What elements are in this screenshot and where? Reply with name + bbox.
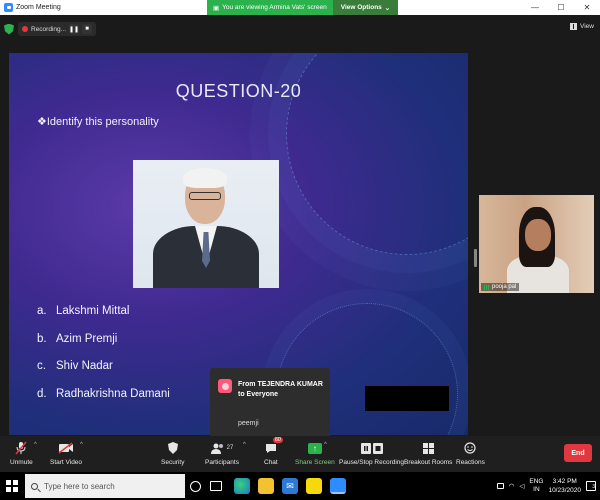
task-view-icon[interactable] [210,481,222,491]
pause-stop-recording-button[interactable]: Pause/Stop Recording [339,439,404,466]
share-screen-button[interactable]: ↑ Share Screen [295,439,335,466]
start-video-label: Start Video [50,459,83,466]
stop-recording-button[interactable]: ■ [82,24,93,34]
file-explorer-icon[interactable] [258,478,274,494]
recording-bar: Recording... ❚❚ ■ [4,21,97,37]
end-meeting-button[interactable]: End [564,444,592,462]
microphone-muted-icon [15,439,27,457]
windows-taskbar: Type here to search ✉ ◠ ◁ ENG IN 3:42 PM… [0,472,600,500]
meeting-toolbar: Unmute ^ Start Video ^ Security 27 Parti… [0,436,600,472]
pause-recording-icon [360,442,383,454]
answer-option: b. Azim Premji [37,332,118,345]
chat-unread-badge: 60 [272,437,283,443]
participant-name-tag: pooja pal [481,283,520,291]
participants-options-caret[interactable]: ^ [243,442,246,448]
chat-button[interactable]: 60 Chat [264,437,283,466]
reactions-button[interactable]: Reactions [456,439,485,466]
redaction-box [365,386,449,411]
sticky-notes-icon[interactable] [306,478,322,494]
chat-sender: From TEJENDRA KUMAR to Everyone [238,381,323,398]
view-options-label: View Options [340,4,382,11]
maximize-button[interactable]: ☐ [548,0,574,15]
audio-options-caret[interactable]: ^ [34,442,37,448]
breakout-rooms-button[interactable]: Breakout Rooms [404,439,452,466]
breakout-rooms-icon [422,442,434,454]
share-options-caret[interactable]: ^ [324,442,327,448]
video-off-icon [58,439,74,457]
mail-icon[interactable]: ✉ [282,478,298,494]
share-screen-label: Share Screen [295,459,335,466]
search-icon [31,482,38,490]
view-button[interactable]: View [570,23,594,30]
video-options-caret[interactable]: ^ [80,442,83,448]
taskbar-clock[interactable]: 3:42 PM 10/23/2020 [548,477,581,495]
share-screen-icon: ↑ [307,442,322,454]
security-label: Security [161,459,185,466]
participant-video[interactable]: pooja pal [479,195,594,293]
chat-icon [265,443,276,453]
clock-time: 3:42 PM [552,478,577,485]
clock-date: 10/23/2020 [548,487,581,494]
smiley-plus-icon [464,442,477,454]
viewing-screen-indicator: ▣ You are viewing Armina Vats' screen [207,0,333,15]
chevron-down-icon: ⌄ [384,4,391,12]
sender-avatar [218,379,232,393]
system-tray: ◠ ◁ ENG IN 3:42 PM 10/23/2020 3 [496,472,600,500]
window-title: Zoom Meeting [16,4,61,11]
encryption-shield-icon[interactable] [4,23,14,35]
personality-photo [133,160,279,288]
answer-option: c. Shiv Nadar [37,360,113,372]
share-banner: ▣ You are viewing Armina Vats' screen Vi… [207,0,399,15]
slide-prompt: ❖Identify this personality [37,116,159,128]
edge-browser-icon[interactable] [234,478,250,494]
wifi-icon[interactable]: ◠ [509,482,515,490]
answer-options: a. Lakshmi Mittal b. Azim Premji c. Shiv… [37,305,170,415]
view-label: View [580,23,594,30]
zoom-app-icon [4,3,13,12]
recording-indicator: Recording... ❚❚ ■ [18,22,97,36]
recording-dot-icon [22,26,28,32]
shield-icon [167,439,178,457]
signal-strength-icon [484,284,490,290]
screen-share-icon: ▣ [213,4,220,12]
chat-label: Chat [264,459,278,466]
grid-view-icon [570,23,578,30]
input-language[interactable]: ENG IN [529,478,543,494]
answer-option: d. Radhakrishna Damani [37,387,170,400]
minimize-button[interactable]: — [522,0,548,15]
viewing-screen-text: You are viewing Armina Vats' screen [222,4,327,11]
split-drag-handle[interactable] [474,249,477,267]
participants-label: Participants [205,459,239,466]
unmute-label: Unmute [10,459,33,466]
battery-icon[interactable] [496,483,504,489]
meeting-area: Recording... ❚❚ ■ View QUESTION-20 ❖Iden… [0,15,600,448]
zoom-taskbar-icon[interactable] [330,478,346,494]
windows-start-icon[interactable] [6,480,18,492]
close-button[interactable]: ✕ [574,0,600,15]
participant-name: pooja pal [492,284,517,290]
chat-message: peemji [238,420,259,427]
search-placeholder: Type here to search [44,481,115,491]
pause-recording-button[interactable]: ❚❚ [69,24,79,34]
reactions-label: Reactions [456,459,485,466]
participants-count: 27 [226,445,234,451]
security-button[interactable]: Security [161,439,184,466]
unmute-button[interactable]: Unmute [10,439,33,466]
start-video-button[interactable]: Start Video [50,439,82,466]
breakout-rooms-label: Breakout Rooms [404,459,453,466]
recording-status: Recording... [31,25,67,33]
window-controls: — ☐ ✕ [522,0,600,15]
participants-button[interactable]: 27 Participants [205,439,239,466]
volume-icon[interactable]: ◁ [519,482,524,490]
answer-option: a. Lakshmi Mittal [37,305,130,317]
cortana-icon[interactable] [190,481,201,492]
participants-icon [210,443,223,454]
taskbar-search-box[interactable]: Type here to search [25,474,185,498]
recording-label: Pause/Stop Recording [339,459,405,466]
notification-center-icon[interactable]: 3 [586,481,596,491]
view-options-button[interactable]: View Options ⌄ [332,0,399,15]
slide-title: QUESTION-20 [175,81,302,101]
chat-notification[interactable]: From TEJENDRA KUMAR to Everyone peemji [210,368,330,448]
